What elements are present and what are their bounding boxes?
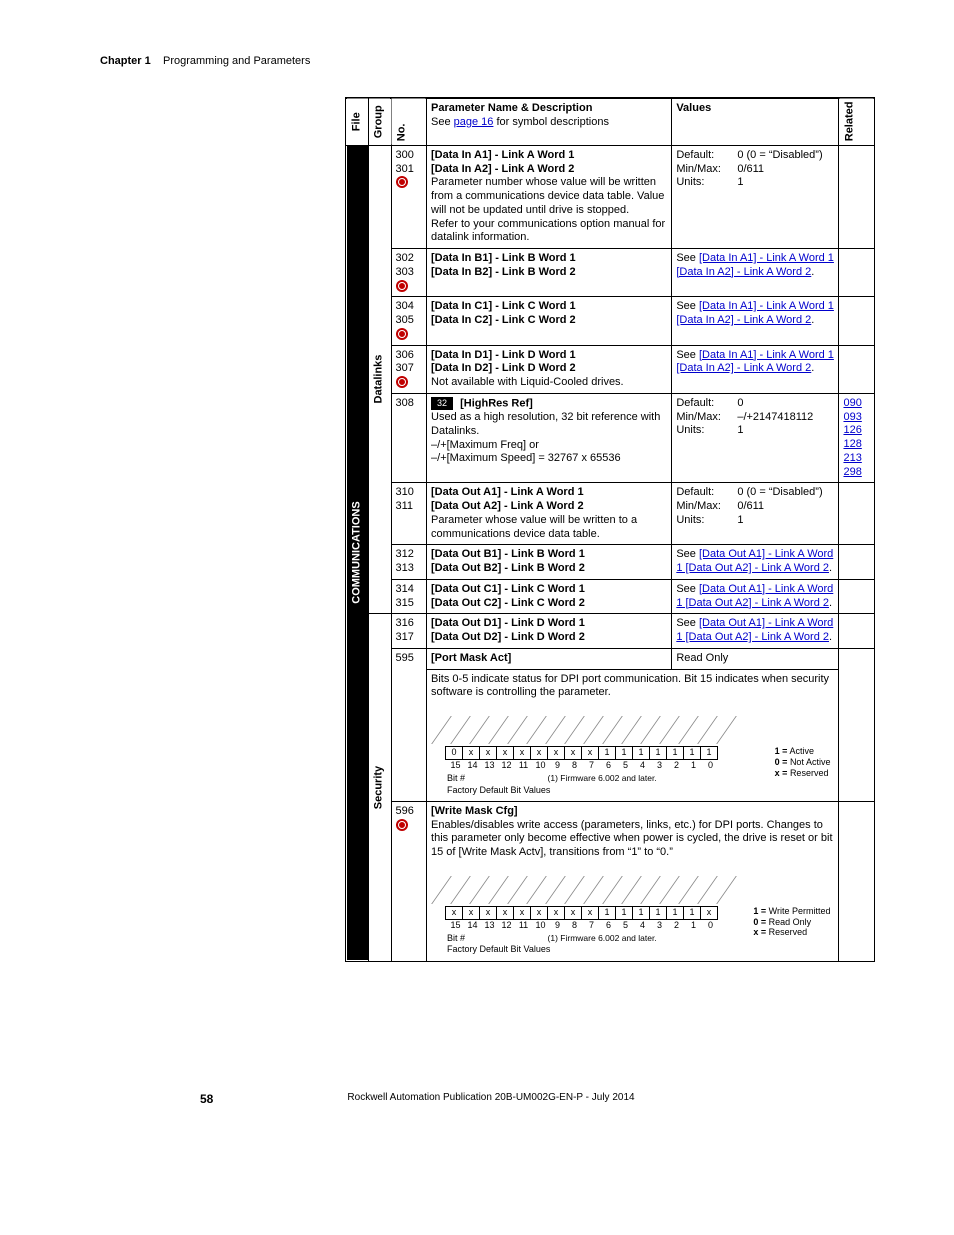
related-link[interactable]: 298 (843, 466, 861, 478)
row-316-values: See [Data Out A1] - Link A Word 1 [Data … (672, 614, 839, 649)
col-file: File (346, 98, 369, 145)
row-306-values: See [Data In A1] - Link A Word 1 [Data I… (672, 345, 839, 393)
related-link[interactable]: 213 (843, 452, 861, 464)
related-link[interactable]: 090 (843, 397, 861, 409)
see-link[interactable]: [Data Out A1] - Link A Word 1 [Data Out … (676, 583, 833, 609)
row-310-no: 310 311 (391, 483, 427, 545)
row-310-desc: [Data Out A1] - Link A Word 1 [Data Out … (427, 483, 672, 545)
row-306-no: 306 307 (391, 345, 427, 393)
row-310-values: Default:0 (0 = “Disabled”) Min/Max:0/611… (672, 483, 839, 545)
chapter-title: Programming and Parameters (163, 55, 310, 67)
row-306-desc: [Data In D1] - Link D Word 1 [Data In D2… (427, 345, 672, 393)
row-312-desc: [Data Out B1] - Link B Word 1 [Data Out … (427, 545, 672, 580)
row-595-body: Bits 0-5 indicate status for DPI port co… (427, 669, 839, 801)
row-314-no: 314 315 (391, 579, 427, 614)
stop-icon (396, 280, 408, 292)
row-595-readonly: Read Only (672, 648, 839, 669)
row-314-values: See [Data Out A1] - Link A Word 1 [Data … (672, 579, 839, 614)
stop-icon (396, 328, 408, 340)
row-302-values: See [Data In A1] - Link A Word 1 [Data I… (672, 249, 839, 297)
row-308-values: Default:0 Min/Max:–/+2147418112 Units:1 (672, 393, 839, 483)
col-values: Values (672, 98, 839, 145)
row-304-values: See [Data In A1] - Link A Word 1 [Data I… (672, 297, 839, 345)
row-595-no: 595 (391, 648, 427, 801)
row-308-no: 308 (391, 393, 427, 483)
row-304-no: 304 305 (391, 297, 427, 345)
row-316-desc: [Data Out D1] - Link D Word 1 [Data Out … (427, 614, 672, 649)
bit-diagram-596: xxxx xxxx x111 111x 15141312 111098 7654… (431, 870, 834, 958)
bit-diagram-595: 0xxx xxxx x111 1111 15141312 111098 7654… (431, 710, 834, 798)
row-312-values: See [Data Out A1] - Link A Word 1 [Data … (672, 545, 839, 580)
group-security: Security (368, 614, 391, 961)
publication-footer: Rockwell Automation Publication 20B-UM00… (100, 1092, 882, 1103)
row-302-desc: [Data In B1] - Link B Word 1 [Data In B2… (427, 249, 672, 297)
row-595-name: [Port Mask Act] (427, 648, 672, 669)
related-link[interactable]: 128 (843, 438, 861, 450)
stop-icon (396, 376, 408, 388)
bit-legend-595: 1 = Active 0 = Not Active x = Reserved (775, 746, 831, 778)
see-prefix: See (431, 116, 454, 128)
row-300-values: Default:0 (0 = “Disabled”) Min/Max:0/611… (672, 145, 839, 248)
row-304-desc: [Data In C1] - Link C Word 1 [Data In C2… (427, 297, 672, 345)
stop-icon (396, 819, 408, 831)
row-300-related (839, 145, 875, 248)
row-312-no: 312 313 (391, 545, 427, 580)
col-param: Parameter Name & Description See page 16… (427, 98, 672, 145)
related-link[interactable]: 093 (843, 411, 861, 423)
col-no: No. (391, 98, 427, 145)
col-param-title: Parameter Name & Description (431, 102, 592, 114)
bit-legend-596: 1 = Write Permitted 0 = Read Only x = Re… (753, 906, 830, 938)
running-head: Chapter 1 Programming and Parameters (100, 55, 882, 67)
bit32-tag: 32 (431, 397, 453, 410)
row-308-desc: 32 [HighRes Ref] Used as a high resoluti… (427, 393, 672, 483)
row-596-no: 596 (391, 801, 427, 961)
parameter-table: File Group No. Parameter Name & Descript… (345, 97, 875, 962)
see-link[interactable]: [Data Out A1] - Link A Word 1 [Data Out … (676, 617, 833, 643)
row-300-no: 300 301 (391, 145, 427, 248)
group-datalinks: Datalinks (368, 145, 391, 614)
col-related: Related (839, 98, 875, 145)
row-308-related: 090 093 126 128 213 298 (839, 393, 875, 483)
row-300-desc: [Data In A1] - Link A Word 1 [Data In A2… (427, 145, 672, 248)
related-link[interactable]: 126 (843, 424, 861, 436)
row-314-desc: [Data Out C1] - Link C Word 1 [Data Out … (427, 579, 672, 614)
file-communications: COMMUNICATIONS (346, 145, 369, 961)
col-group: Group (368, 98, 391, 145)
row-596-body: [Write Mask Cfg] Enables/disables write … (427, 801, 839, 961)
chapter-label: Chapter 1 (100, 55, 151, 67)
see-suffix: for symbol descriptions (493, 116, 609, 128)
see-page-link[interactable]: page 16 (454, 116, 494, 128)
row-302-no: 302 303 (391, 249, 427, 297)
see-link[interactable]: [Data Out A1] - Link A Word 1 [Data Out … (676, 548, 833, 574)
row-316-no: 316 317 (391, 614, 427, 649)
stop-icon (396, 176, 408, 188)
page-number: 58 (200, 1092, 213, 1106)
